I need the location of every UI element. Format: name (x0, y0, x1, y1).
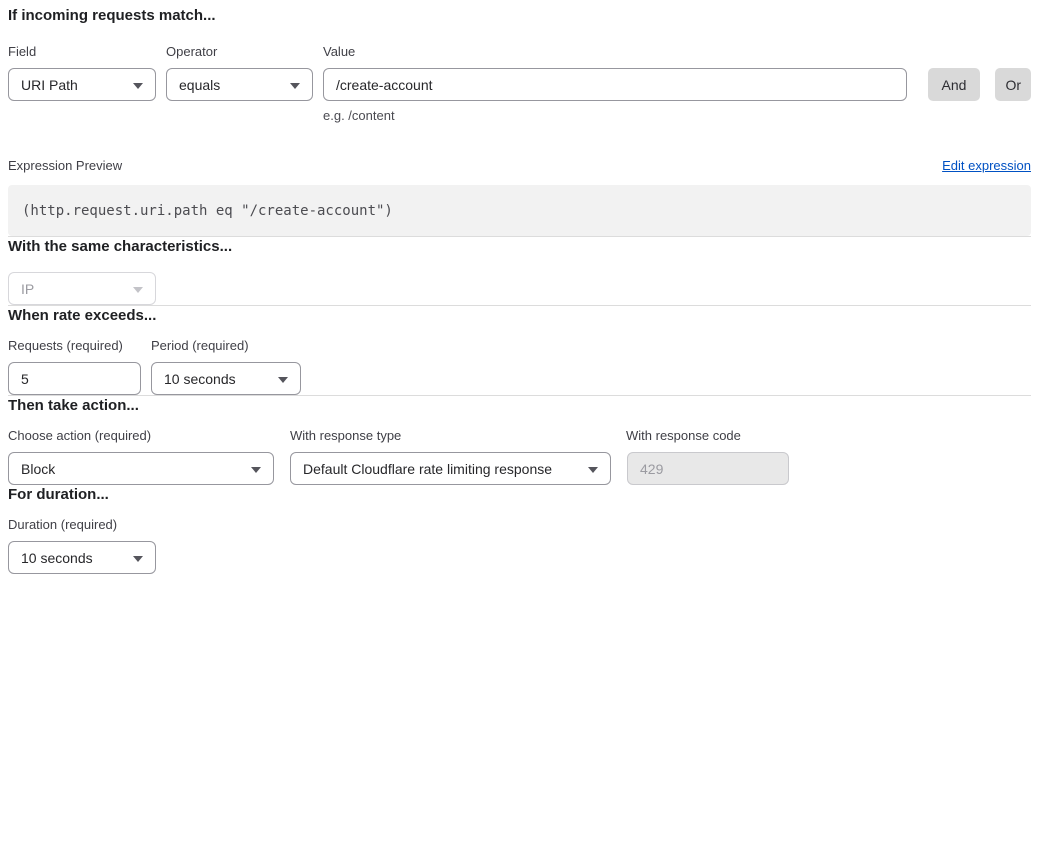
characteristic-select-value: IP (21, 281, 34, 297)
expression-preview-box: (http.request.uri.path eq "/create-accou… (8, 185, 1031, 236)
value-label: Value (323, 44, 1031, 60)
section-duration: For duration... Duration (required) 10 s… (8, 485, 1031, 574)
field-label: Field (8, 44, 166, 60)
operator-select-value: equals (179, 77, 220, 93)
requests-input[interactable] (8, 362, 141, 395)
edit-expression-link[interactable]: Edit expression (942, 158, 1031, 173)
duration-select[interactable]: 10 seconds (8, 541, 156, 574)
requests-label: Requests (required) (8, 338, 151, 354)
operator-label: Operator (166, 44, 323, 60)
section-rate: When rate exceeds... Requests (required)… (8, 306, 1031, 395)
duration-label: Duration (required) (8, 517, 117, 533)
match-controls-row: URI Path equals And Or (8, 68, 1031, 101)
choose-action-label: Choose action (required) (8, 428, 290, 444)
and-button[interactable]: And (928, 68, 981, 101)
value-input[interactable] (323, 68, 907, 101)
expression-preview-label: Expression Preview (8, 158, 122, 173)
period-label: Period (required) (151, 338, 249, 354)
section-characteristics: With the same characteristics... IP (8, 237, 1031, 305)
action-controls-row: Block Default Cloudflare rate limiting r… (8, 452, 1031, 485)
chevron-down-icon (133, 556, 143, 562)
choose-action-select[interactable]: Block (8, 452, 274, 485)
incoming-requests-heading: If incoming requests match... (8, 6, 1031, 26)
action-labels-row: Choose action (required) With response t… (8, 428, 1031, 444)
chevron-down-icon (251, 467, 261, 473)
period-select[interactable]: 10 seconds (151, 362, 301, 395)
field-select-value: URI Path (21, 77, 78, 93)
duration-select-value: 10 seconds (21, 550, 93, 566)
response-code-input (627, 452, 789, 485)
choose-action-select-value: Block (21, 461, 55, 477)
characteristics-controls-row: IP (8, 272, 1031, 305)
response-type-select-value: Default Cloudflare rate limiting respons… (303, 461, 552, 477)
chevron-down-icon (278, 377, 288, 383)
duration-controls-row: 10 seconds (8, 541, 1031, 574)
action-heading: Then take action... (8, 396, 1031, 416)
response-code-label: With response code (626, 428, 741, 444)
duration-heading: For duration... (8, 485, 1031, 505)
response-type-label: With response type (290, 428, 626, 444)
chevron-down-icon (588, 467, 598, 473)
value-helper-text: e.g. /content (323, 108, 1031, 124)
section-action: Then take action... Choose action (requi… (8, 396, 1031, 485)
chevron-down-icon (133, 287, 143, 293)
rate-labels-row: Requests (required) Period (required) (8, 338, 1031, 354)
rate-limiting-rule-form: If incoming requests match... Field Oper… (0, 0, 1048, 574)
field-select[interactable]: URI Path (8, 68, 156, 101)
chevron-down-icon (290, 83, 300, 89)
characteristic-select: IP (8, 272, 156, 305)
or-button[interactable]: Or (995, 68, 1031, 101)
expression-preview-code: (http.request.uri.path eq "/create-accou… (22, 203, 393, 219)
chevron-down-icon (133, 83, 143, 89)
match-labels-row: Field Operator Value (8, 44, 1031, 60)
duration-labels-row: Duration (required) (8, 517, 1031, 533)
operator-select[interactable]: equals (166, 68, 313, 101)
response-type-select[interactable]: Default Cloudflare rate limiting respons… (290, 452, 611, 485)
period-select-value: 10 seconds (164, 371, 236, 387)
rate-controls-row: 10 seconds (8, 362, 1031, 395)
rate-heading: When rate exceeds... (8, 306, 1031, 326)
section-incoming-requests: If incoming requests match... Field Oper… (8, 6, 1031, 236)
characteristics-heading: With the same characteristics... (8, 237, 1031, 257)
expression-preview-header: Expression Preview Edit expression (8, 158, 1031, 173)
